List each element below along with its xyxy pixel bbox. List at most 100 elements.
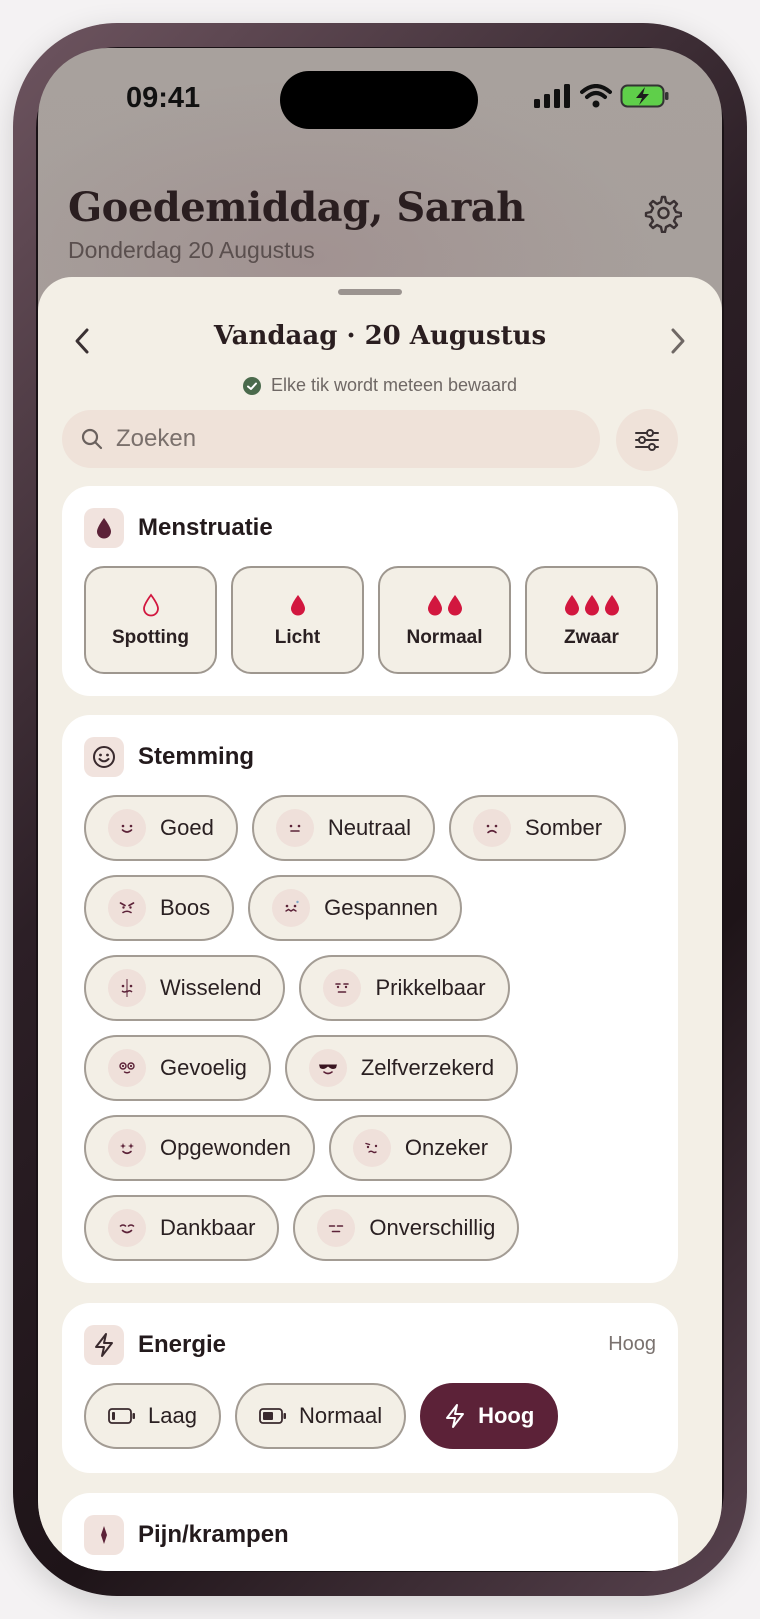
- mood-option-gespannen[interactable]: Gespannen: [248, 875, 462, 941]
- drop-icon: [290, 595, 305, 616]
- drop-icon: [447, 595, 462, 616]
- cellular-signal-icon: [534, 84, 570, 108]
- card-menstruatie: Menstruatie Spotting Licht Normaal Zwaar: [62, 486, 678, 696]
- flow-option-normaal[interactable]: Normaal: [378, 566, 511, 674]
- face-circle: [317, 1209, 356, 1247]
- lightning-icon: [95, 1333, 113, 1357]
- mood-option-zelfverzekerd[interactable]: Zelfverzekerd: [284, 1035, 519, 1101]
- energy-option-label: Hoog: [478, 1403, 535, 1428]
- mood-option-opgewonden[interactable]: Opgewonden: [84, 1115, 315, 1181]
- energy-option-laag[interactable]: Laag: [84, 1383, 221, 1449]
- mood-option-dankbaar[interactable]: Dankbaar: [84, 1195, 280, 1261]
- mood-option-onverschillig[interactable]: Onverschillig: [293, 1195, 520, 1261]
- gear-icon: [644, 195, 683, 234]
- menstruatie-title: Menstruatie: [138, 514, 273, 541]
- energie-header: Energie: [84, 1325, 226, 1365]
- flow-option-zwaar[interactable]: Zwaar: [525, 566, 658, 674]
- mood-option-wisselend[interactable]: Wisselend: [84, 955, 286, 1021]
- mood-option-label: Neutraal: [327, 815, 411, 840]
- mood-row: Dankbaar Onverschillig: [84, 1195, 664, 1261]
- content-face-icon: [119, 1224, 135, 1234]
- flow-option-label: Normaal: [406, 627, 483, 648]
- battery-charging-icon: [620, 84, 669, 108]
- flow-drops: [563, 591, 621, 619]
- mood-row: Goed Neutraal Somber: [84, 795, 664, 861]
- mood-option-label: Onzeker: [404, 1135, 489, 1160]
- wifi-icon: [580, 84, 612, 108]
- mood-option-prikkelbaar[interactable]: Prikkelbaar: [299, 955, 510, 1021]
- search-input[interactable]: [116, 425, 536, 453]
- face-circle: [323, 969, 362, 1007]
- mood-option-onzeker[interactable]: Onzeker: [328, 1115, 513, 1181]
- mood-option-neutraal[interactable]: Neutraal: [251, 795, 435, 861]
- energy-option-hoog[interactable]: Hoog: [420, 1383, 559, 1449]
- pijn-title: Pijn/krampen: [138, 1521, 289, 1548]
- mood-option-label: Goed: [160, 815, 214, 840]
- mood-options: Goed Neutraal Somber Boos Gespannen Wisselend…: [84, 795, 664, 1275]
- indifferent-face-icon: [329, 1225, 344, 1233]
- mood-row: Wisselend Prikkelbaar: [84, 955, 664, 1021]
- pain-icon: [101, 1526, 107, 1544]
- settings-button[interactable]: [642, 193, 683, 234]
- card-energie: Energie Hoog Laag Normaal Hoog: [62, 1303, 678, 1473]
- mood-option-somber[interactable]: Somber: [448, 795, 627, 861]
- face-circle: [108, 1129, 146, 1167]
- drop-icon: [564, 595, 579, 616]
- autosave-text: Elke tik wordt meteen bewaard: [270, 375, 518, 395]
- sad-face-icon: [486, 824, 498, 834]
- flow-option-label: Licht: [274, 627, 321, 648]
- search-icon: [81, 428, 103, 450]
- sheet-grabber[interactable]: [338, 289, 402, 295]
- energy-option-normaal[interactable]: Normaal: [234, 1383, 407, 1449]
- smile-face-icon: [93, 746, 115, 768]
- drop-icon: [604, 595, 619, 616]
- face-circle: [272, 889, 311, 927]
- energy-options: Laag Normaal Hoog: [84, 1383, 559, 1449]
- card-icon-box: [84, 737, 124, 777]
- card-pijn: Pijn/krampen: [62, 1493, 678, 1571]
- tense-face-icon: [285, 900, 299, 912]
- status-time: 09:41: [126, 82, 201, 114]
- mood-option-gevoelig[interactable]: Gevoelig: [84, 1035, 271, 1101]
- flow-option-label: Spotting: [111, 627, 190, 648]
- next-day-button[interactable]: [660, 323, 696, 359]
- mood-row: Gevoelig Zelfverzekerd: [84, 1035, 664, 1101]
- greeting-title: Goedemiddag, Sarah: [68, 184, 525, 231]
- face-circle: [108, 969, 146, 1007]
- flow-option-label: Zwaar: [564, 627, 619, 648]
- drop-outline-icon: [142, 593, 159, 617]
- flow-drops: [142, 591, 160, 619]
- lightning-icon: [446, 1404, 465, 1428]
- check-circle-icon: [242, 376, 261, 395]
- pijn-header: Pijn/krampen: [84, 1515, 289, 1555]
- flow-option-licht[interactable]: Licht: [231, 566, 364, 674]
- mood-option-goed[interactable]: Goed: [84, 795, 238, 861]
- card-stemming: Stemming Goed Neutraal Somber Boos Gespannen…: [62, 715, 678, 1283]
- dynamic-island: [280, 71, 478, 129]
- mood-option-label: Prikkelbaar: [375, 975, 486, 1000]
- mood-option-label: Gevoelig: [160, 1055, 247, 1080]
- log-sheet: Vandaag · 20 Augustus Elke tik wordt met…: [38, 277, 722, 1571]
- mood-option-boos[interactable]: Boos: [84, 875, 235, 941]
- energy-option-label: Laag: [148, 1403, 197, 1428]
- angry-face-icon: [119, 902, 135, 914]
- face-circle: [472, 809, 511, 847]
- blood-drop-icon: [97, 518, 111, 539]
- mood-option-label: Gespannen: [324, 895, 438, 920]
- sliders-icon: [635, 429, 659, 451]
- mood-option-label: Wisselend: [160, 975, 262, 1000]
- flow-option-spotting[interactable]: Spotting: [84, 566, 217, 674]
- card-icon-box: [84, 1515, 124, 1555]
- screen: 09:41 Goedemiddag, Sarah Donderdag 20 Au…: [38, 48, 722, 1571]
- header-date: Donderdag 20 Augustus: [68, 237, 315, 263]
- card-icon-box: [84, 1325, 124, 1365]
- sunglasses-face-icon: [318, 1064, 337, 1075]
- face-circle: [308, 1049, 347, 1087]
- search-bar[interactable]: [62, 410, 600, 468]
- irritated-face-icon: [335, 983, 350, 993]
- day-title: Vandaag · 20 Augustus: [213, 321, 547, 351]
- filter-button[interactable]: [616, 409, 678, 471]
- energie-selected-value: Hoog: [608, 1333, 656, 1355]
- status-icons: [534, 84, 670, 108]
- mood-option-label: Opgewonden: [160, 1135, 291, 1160]
